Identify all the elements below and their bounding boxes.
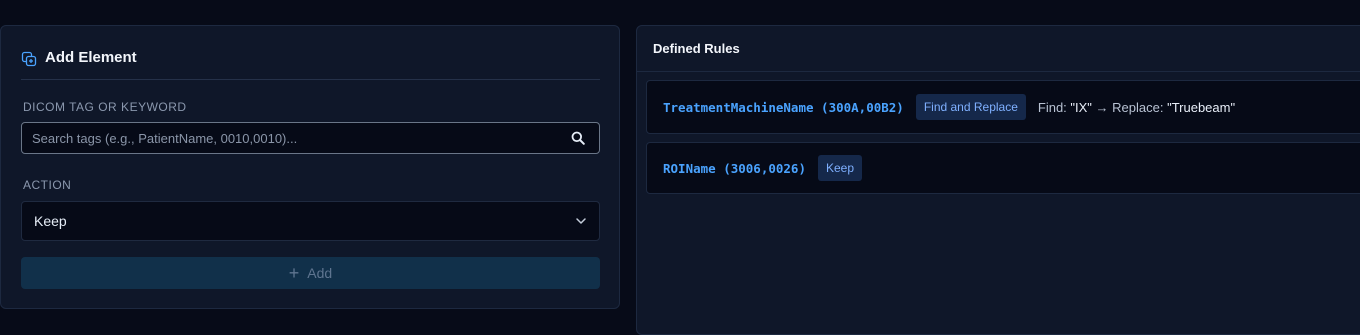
add-element-panel: Add Element DICOM TAG OR KEYWORD ACTION … — [0, 25, 620, 309]
arrow-right-icon: → — [1091, 99, 1113, 115]
add-element-header: Add Element — [21, 48, 600, 80]
tag-field-label: DICOM TAG OR KEYWORD — [23, 100, 187, 114]
action-field-label: ACTION — [23, 178, 72, 192]
replace-value: "Truebeam" — [1167, 99, 1236, 115]
chevron-down-icon — [576, 218, 586, 224]
replace-label: Replace: — [1112, 99, 1168, 115]
add-element-title: Add Element — [45, 49, 137, 66]
copy-add-icon — [21, 51, 37, 67]
rule-action-badge: Keep — [818, 155, 863, 181]
tag-search-input[interactable] — [22, 123, 571, 153]
defined-rules-panel: Defined Rules TreatmentMachineName (300A… — [636, 25, 1360, 335]
find-label: Find: — [1037, 99, 1071, 115]
rule-action-badge: Find and Replace — [915, 94, 1026, 120]
rule-row[interactable]: TreatmentMachineName (300A,00B2) Find an… — [646, 80, 1360, 134]
rule-tag: TreatmentMachineName (300A,00B2) — [663, 99, 904, 115]
action-select-value: Keep — [34, 213, 67, 229]
search-icon[interactable] — [571, 131, 585, 145]
rule-tag: ROIName (3006,0026) — [663, 160, 806, 176]
plus-icon: + — [288, 263, 300, 283]
add-button-label: Add — [307, 265, 333, 281]
defined-rules-title: Defined Rules — [637, 26, 1360, 72]
add-button[interactable]: + Add — [21, 257, 600, 289]
action-select[interactable]: Keep — [21, 201, 600, 241]
rule-detail: Find: "IX" → Replace: "Truebeam" — [1038, 100, 1235, 115]
rule-row[interactable]: ROIName (3006,0026) Keep — [646, 142, 1360, 194]
find-value: "IX" — [1070, 99, 1092, 115]
tag-search-box — [21, 122, 600, 154]
